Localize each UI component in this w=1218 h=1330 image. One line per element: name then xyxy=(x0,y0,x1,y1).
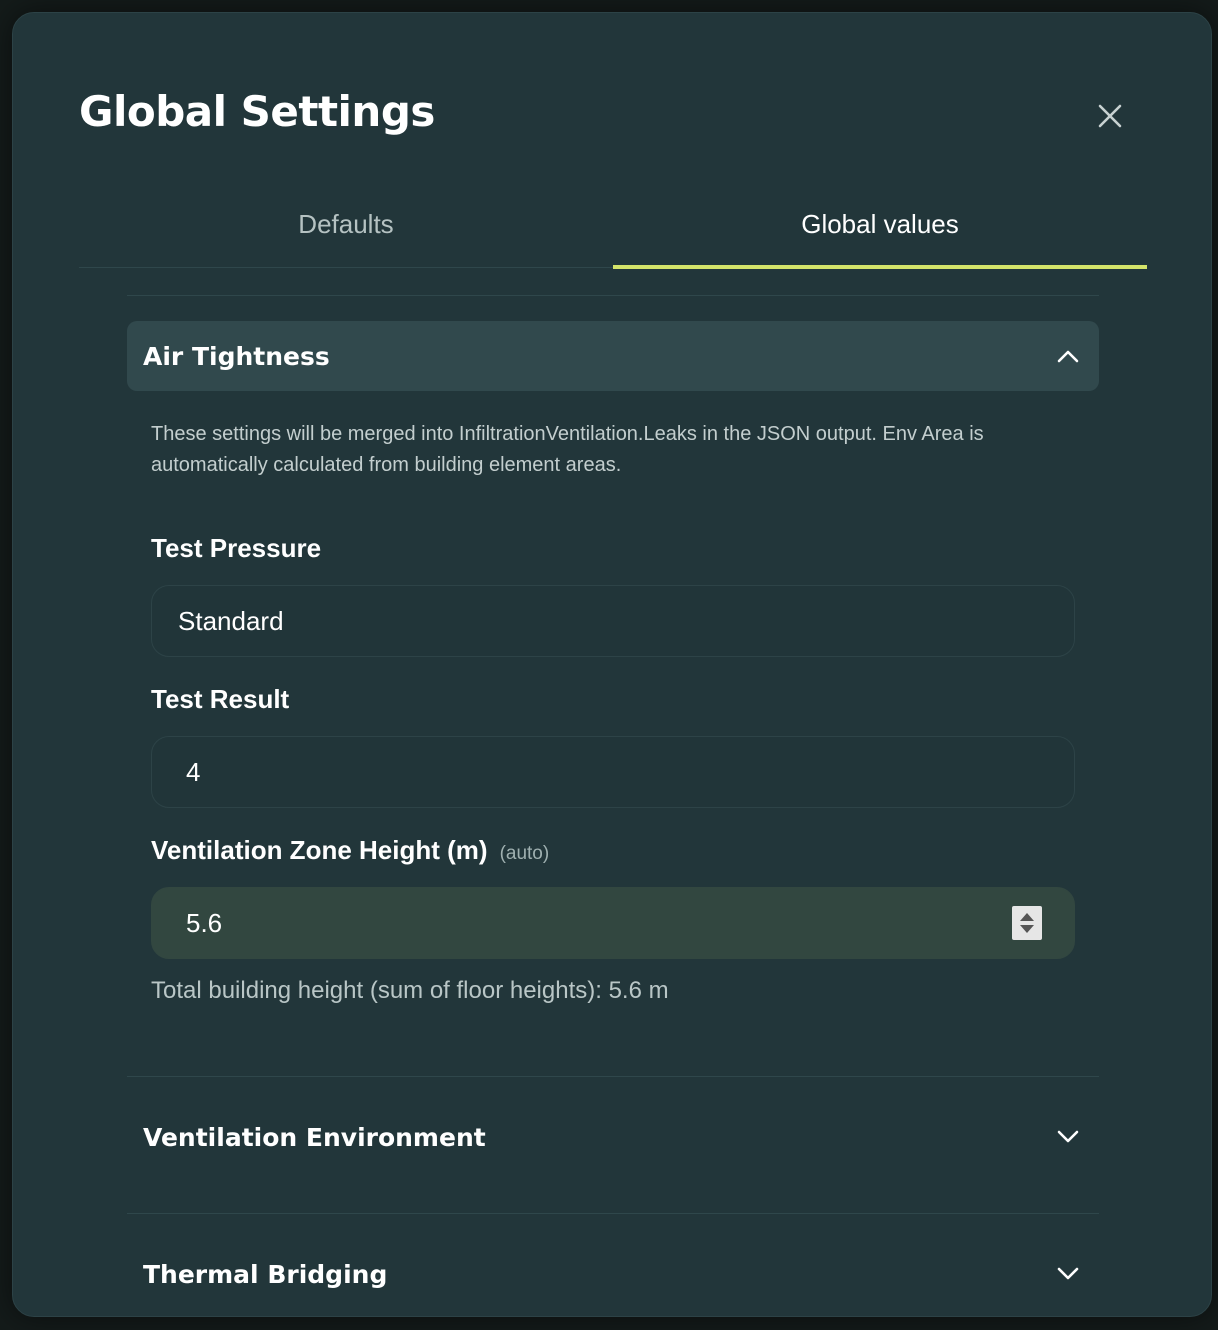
label-text: Ventilation Zone Height (m) xyxy=(151,835,488,865)
zone-height-label: Ventilation Zone Height (m) (auto) xyxy=(151,835,549,866)
auto-note: (auto) xyxy=(499,843,550,864)
section-description: These settings will be merged into Infil… xyxy=(151,423,984,476)
divider xyxy=(127,1076,1099,1077)
test-result-input[interactable]: 4 xyxy=(151,736,1075,808)
section-title: Ventilation Environment xyxy=(143,1122,486,1152)
test-result-value: 4 xyxy=(186,756,201,787)
section-header-thermal-bridging[interactable]: Thermal Bridging xyxy=(127,1239,1099,1295)
section-title: Air Tightness xyxy=(143,341,330,371)
building-height-hint: Total building height (sum of floor heig… xyxy=(151,977,669,1004)
test-pressure-value: Standard xyxy=(178,605,284,636)
divider xyxy=(127,1213,1099,1214)
chevron-up-icon xyxy=(1055,343,1081,369)
close-button[interactable] xyxy=(1089,95,1131,137)
step-down-icon[interactable] xyxy=(1020,925,1034,933)
settings-content[interactable]: Air Tightness These settings will be mer… xyxy=(127,295,1099,1295)
label-text: Test Result xyxy=(151,684,290,714)
test-result-label: Test Result xyxy=(151,684,289,715)
chevron-down-icon xyxy=(1055,1124,1081,1150)
global-settings-modal: Global Settings Defaults Global values A… xyxy=(12,12,1212,1317)
tab-bar: Defaults Global values xyxy=(79,193,1147,269)
chevron-down-icon xyxy=(1055,1261,1081,1287)
tab-defaults[interactable]: Defaults xyxy=(79,193,613,267)
tab-global-values[interactable]: Global values xyxy=(613,193,1147,269)
section-header-ventilation-environment[interactable]: Ventilation Environment xyxy=(127,1102,1099,1172)
test-pressure-label: Test Pressure xyxy=(151,533,321,564)
divider xyxy=(127,295,1099,296)
number-stepper[interactable] xyxy=(1012,906,1042,940)
zone-height-input[interactable]: 5.6 xyxy=(151,887,1075,959)
section-title: Thermal Bridging xyxy=(143,1259,388,1289)
zone-height-value: 5.6 xyxy=(186,907,223,938)
test-pressure-select[interactable]: Standard xyxy=(151,585,1075,657)
close-icon xyxy=(1098,104,1122,128)
label-text: Test Pressure xyxy=(151,533,322,563)
step-up-icon[interactable] xyxy=(1020,913,1034,921)
modal-title: Global Settings xyxy=(79,87,435,136)
section-header-air-tightness[interactable]: Air Tightness xyxy=(127,321,1099,391)
